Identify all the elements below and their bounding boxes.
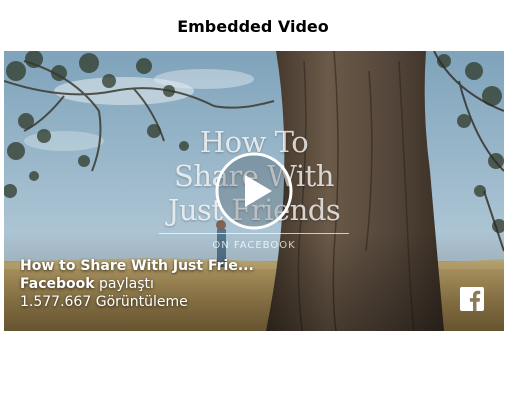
shared-by-line: Facebook paylaştı <box>20 275 320 293</box>
thumbnail-subtitle: ON FACEBOOK <box>212 240 296 251</box>
view-count-label: Görüntüleme <box>95 294 188 310</box>
play-button[interactable] <box>215 152 293 230</box>
play-icon <box>215 152 293 230</box>
embedded-video-player[interactable]: How To Share With Just Friends ON FACEBO… <box>4 51 504 331</box>
thumbnail-divider <box>159 233 349 234</box>
page-title: Embedded Video <box>177 17 329 36</box>
shared-label: paylaştı <box>99 276 154 292</box>
facebook-logo-icon <box>460 287 484 311</box>
publisher-link[interactable]: Facebook <box>20 276 95 292</box>
view-count: 1.577.667 Görüntüleme <box>20 293 320 311</box>
video-title-link[interactable]: How to Share With Just Frie... <box>20 257 256 275</box>
facebook-logo-button[interactable] <box>460 287 484 311</box>
view-count-number: 1.577.667 <box>20 294 92 310</box>
video-info: How to Share With Just Frie... Facebook … <box>20 257 320 311</box>
